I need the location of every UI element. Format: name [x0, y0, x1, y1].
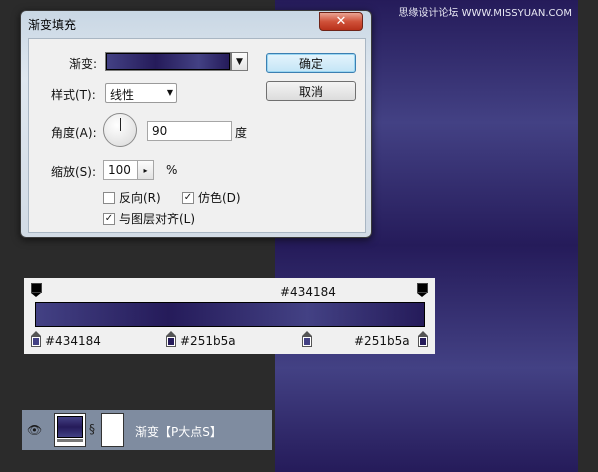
link-icon[interactable]: § [89, 422, 95, 436]
scale-input[interactable]: 100 [103, 160, 138, 180]
angle-unit: 度 [235, 126, 248, 140]
align-with-layer-option[interactable]: ✓ 与图层对齐(L) [103, 210, 195, 227]
color-stop-4-fill [420, 338, 426, 345]
gradient-label: 渐变: [69, 57, 98, 71]
color-stop-1-fill [33, 338, 39, 345]
angle-input[interactable]: 90 [147, 121, 232, 141]
color-stop-3[interactable] [302, 331, 312, 347]
gradient-fill-dialog: 渐变填充 ✕ 渐变: ▼ 样式(T): 线性 ▼ 角度(A): 90 度 缩放(… [20, 10, 372, 238]
angle-dial[interactable] [103, 113, 137, 147]
gradient-dropdown-button[interactable]: ▼ [231, 52, 248, 71]
style-select[interactable]: 线性 ▼ [105, 83, 177, 103]
color-stop-2-label: #251b5a [180, 334, 236, 348]
dialog-title: 渐变填充 [28, 18, 77, 32]
align-with-layer-label: 与图层对齐(L) [119, 212, 196, 226]
opacity-stop-right[interactable] [417, 283, 428, 297]
triangle-right-icon: ▸ [143, 165, 148, 175]
close-button[interactable]: ✕ [319, 12, 363, 31]
style-select-value: 线性 [110, 88, 135, 102]
cancel-button[interactable]: 取消 [266, 81, 356, 101]
layer-mask-thumbnail[interactable] [101, 413, 124, 447]
watermark: 思缘设计论坛 WWW.MISSYUAN.COM [398, 8, 572, 19]
reverse-checkbox[interactable] [103, 191, 115, 204]
dither-option[interactable]: ✓ 仿色(D) [182, 189, 241, 206]
layer-row[interactable]: 👁 § 渐变【P大点S】 [22, 410, 272, 450]
eye-icon[interactable]: 👁 [27, 423, 42, 437]
gradient-swatch [106, 53, 230, 70]
layer-name[interactable]: 渐变【P大点S】 [135, 423, 222, 440]
reverse-label: 反向(R) [119, 191, 161, 205]
color-stop-1-label: #434184 [45, 334, 101, 348]
gradient-preview-picker[interactable] [105, 52, 231, 71]
triangle-down-icon: ▼ [236, 56, 243, 67]
dither-checkbox[interactable]: ✓ [182, 191, 194, 204]
dialog-body: 渐变: ▼ 样式(T): 线性 ▼ 角度(A): 90 度 缩放(S): 100… [28, 38, 366, 233]
gradient-fill-thumbnail[interactable] [54, 413, 86, 447]
top-stop-label: #434184 [280, 285, 336, 299]
scale-stepper[interactable]: ▸ [137, 160, 154, 180]
angle-needle [120, 118, 121, 131]
color-stop-2[interactable] [166, 331, 176, 347]
scale-unit: % [166, 163, 178, 177]
align-with-layer-checkbox[interactable]: ✓ [103, 212, 115, 225]
gradient-editor-bar[interactable] [35, 302, 425, 327]
gradient-editor-strip: #434184 #434184 #251b5a #251b5a [24, 278, 435, 354]
dither-label: 仿色(D) [198, 191, 241, 205]
angle-label: 角度(A): [51, 126, 97, 140]
opacity-stop-left[interactable] [31, 283, 42, 297]
scale-label: 缩放(S): [51, 165, 97, 179]
chevron-down-icon: ▼ [166, 88, 173, 97]
color-stop-2-fill [168, 338, 174, 345]
color-stop-3-fill [304, 338, 310, 345]
color-stop-4[interactable] [418, 331, 428, 347]
color-stop-1[interactable] [31, 331, 41, 347]
style-label: 样式(T): [51, 88, 96, 102]
ok-button[interactable]: 确定 [266, 53, 356, 73]
reverse-option[interactable]: 反向(R) [103, 189, 161, 206]
color-stop-4-label: #251b5a [354, 334, 410, 348]
